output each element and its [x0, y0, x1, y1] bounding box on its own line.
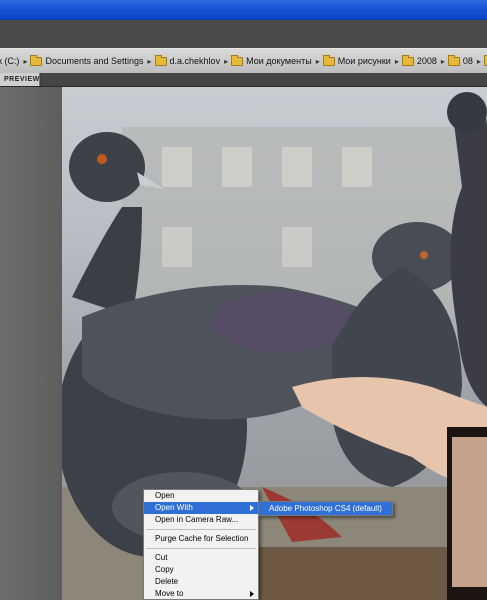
folder-icon: [401, 54, 414, 66]
submenu-arrow-icon: [250, 591, 254, 597]
breadcrumb-folder[interactable]: 08: [447, 54, 473, 66]
preview-left-margin: [0, 87, 62, 600]
folder-icon: [447, 54, 460, 66]
menu-item-label: Open With: [155, 503, 193, 512]
chevron-right-icon[interactable]: ▸: [224, 57, 228, 66]
chevron-right-icon[interactable]: ▸: [395, 57, 399, 66]
breadcrumb: к (C:) ▸ Documents and Settings ▸ d.a.ch…: [0, 48, 487, 74]
folder-icon: [231, 54, 244, 66]
tab-preview[interactable]: PREVIEW: [0, 73, 40, 86]
submenu-item-photoshop[interactable]: Adobe Photoshop CS4 (default): [259, 502, 392, 515]
chevron-right-icon[interactable]: ▸: [477, 57, 481, 66]
breadcrumb-label: 08: [462, 56, 473, 66]
breadcrumb-folder[interactable]: 2008: [401, 54, 437, 66]
menu-item-delete[interactable]: Delete: [144, 576, 258, 588]
menu-item-open-in-camera-raw[interactable]: Open in Camera Raw...: [144, 514, 258, 526]
menu-separator: [146, 548, 256, 549]
chevron-right-icon[interactable]: ▸: [148, 57, 152, 66]
menu-item-cut[interactable]: Cut: [144, 552, 258, 564]
menu-separator: [146, 529, 256, 530]
folder-icon: [30, 54, 43, 66]
context-menu: Open Open With Open in Camera Raw... Pur…: [143, 489, 259, 600]
menu-item-open[interactable]: Open: [144, 490, 258, 502]
chevron-right-icon[interactable]: ▸: [23, 57, 27, 66]
breadcrumb-label: Мои рисунки: [337, 56, 391, 66]
breadcrumb-folder[interactable]: Мои рисунки: [322, 54, 391, 66]
toolbar-area: [0, 20, 487, 48]
submenu-arrow-icon: [250, 505, 254, 511]
preview-image-pigeons[interactable]: [62, 87, 487, 600]
breadcrumb-folder[interactable]: d.a.chekhlov: [154, 54, 221, 66]
menu-item-label: Move to: [155, 589, 184, 598]
breadcrumb-label: Мои документы: [246, 56, 312, 66]
open-with-submenu: Adobe Photoshop CS4 (default): [258, 501, 393, 516]
pigeon-photo-illustration: [62, 92, 487, 600]
panel-tab-bar-filler: [41, 73, 487, 86]
breadcrumb-drive[interactable]: к (C:): [0, 56, 19, 66]
panel-tab-bar: PREVIEW: [0, 73, 487, 87]
chevron-right-icon[interactable]: ▸: [441, 57, 445, 66]
menu-item-purge-cache[interactable]: Purge Cache for Selection: [144, 533, 258, 545]
breadcrumb-label: d.a.chekhlov: [169, 56, 221, 66]
breadcrumb-folder[interactable]: Documents and Settings: [30, 54, 144, 66]
menu-item-move-to[interactable]: Move to: [144, 588, 258, 600]
menu-item-open-with[interactable]: Open With: [144, 502, 258, 514]
menu-item-copy[interactable]: Copy: [144, 564, 258, 576]
breadcrumb-label: к (C:): [0, 56, 20, 66]
folder-icon: [322, 54, 335, 66]
breadcrumb-folder[interactable]: Мои документы: [231, 54, 312, 66]
breadcrumb-label: 2008: [416, 56, 437, 66]
breadcrumb-label: Documents and Settings: [45, 56, 144, 66]
chevron-right-icon[interactable]: ▸: [316, 57, 320, 66]
window-title-bar: [0, 0, 487, 20]
folder-icon: [154, 54, 167, 66]
